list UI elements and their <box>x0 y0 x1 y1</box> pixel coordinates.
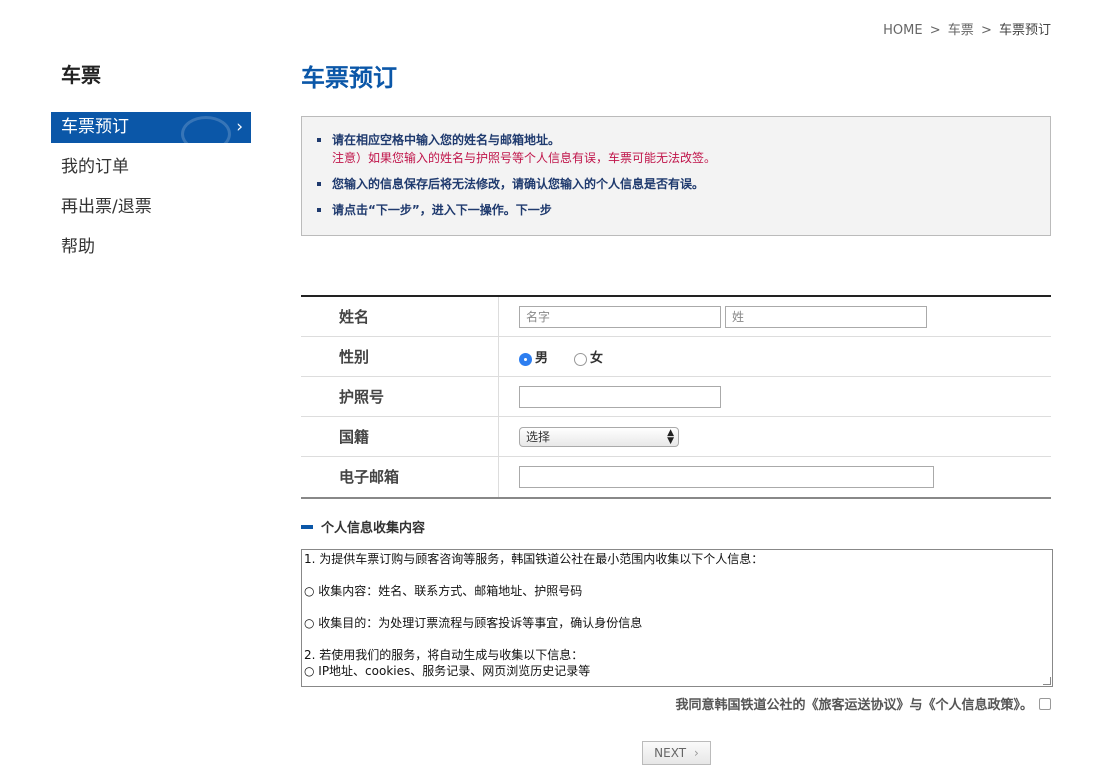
swoosh-decoration <box>181 116 231 143</box>
section-bar-icon <box>301 524 313 529</box>
passport-label: 护照号 <box>301 377 499 416</box>
passport-field-group <box>499 377 721 416</box>
last-name-input[interactable] <box>725 305 927 328</box>
agreement-row: 我同意韩国铁道公社的《旅客运送协议》与《个人信息政策》。 <box>301 694 1051 713</box>
sidebar-menu: 车票预订 › 我的订单 再出票/退票 帮助 <box>51 112 251 272</box>
privacy-heading-text: 个人信息收集内容 <box>321 521 426 536</box>
form-row-gender: 性别 男 女 <box>301 337 1051 377</box>
privacy-line: 1. 为提供车票订购与顾客咨询等服务，韩国铁道公社在最小范围内收集以下个人信息： <box>304 552 764 566</box>
breadcrumb-current: 车票预订 <box>998 23 1051 38</box>
form-row-passport: 护照号 <box>301 377 1051 417</box>
radio-selected-icon[interactable] <box>519 353 532 366</box>
gender-female-radio[interactable]: 女 <box>574 347 603 366</box>
email-label: 电子邮箱 <box>301 457 499 497</box>
sidebar-item-label: 帮助 <box>61 237 95 257</box>
main-content: 车票预订 请在相应空格中输入您的姓名与邮箱地址。 注意）如果您输入的姓名与护照号… <box>301 60 1053 713</box>
next-button[interactable]: NEXT › <box>642 741 711 765</box>
agreement-checkbox[interactable] <box>1039 697 1051 710</box>
privacy-line: ○ 收集目的：为处理订票流程与顾客投诉等事宜，确认身份信息 <box>304 616 643 630</box>
privacy-line: ○ 收集内容：姓名、联系方式、邮箱地址、护照号码 <box>304 584 583 598</box>
gender-male-radio[interactable]: 男 <box>519 347 548 366</box>
privacy-heading: 个人信息收集内容 <box>301 517 1051 536</box>
passport-input[interactable] <box>519 385 721 408</box>
sidebar-item-reissue-refund[interactable]: 再出票/退票 <box>51 192 251 232</box>
notice-warning: 注意）如果您输入的姓名与护照号等个人信息有误，车票可能无法改签。 <box>332 151 717 165</box>
email-input[interactable] <box>519 466 934 488</box>
breadcrumb-tickets[interactable]: 车票 <box>948 23 974 38</box>
nationality-select-value: 选择 <box>526 429 551 444</box>
sidebar-item-my-orders[interactable]: 我的订单 <box>51 152 251 192</box>
form-row-nationality: 国籍 选择 ▲ ▼ <box>301 417 1051 457</box>
gender-female-label: 女 <box>590 351 604 366</box>
form-row-name: 姓名 <box>301 297 1051 337</box>
form-row-email: 电子邮箱 <box>301 457 1051 497</box>
privacy-line <box>304 631 1050 647</box>
name-label: 姓名 <box>301 297 499 336</box>
gender-male-label: 男 <box>535 351 549 366</box>
next-button-label: NEXT <box>654 746 687 760</box>
first-name-input[interactable] <box>519 305 721 328</box>
agreement-text: 我同意韩国铁道公社的《旅客运送协议》与《个人信息政策》。 <box>675 698 1033 713</box>
notice-item: 请点击“下一步”，进入下一操作。下一步 <box>316 201 1050 219</box>
privacy-textarea[interactable]: 1. 为提供车票订购与顾客咨询等服务，韩国铁道公社在最小范围内收集以下个人信息：… <box>301 549 1053 687</box>
notice-text: 您输入的信息保存后将无法修改，请确认您输入的个人信息是否有误。 <box>332 177 705 191</box>
privacy-line <box>304 567 1050 583</box>
privacy-line: ○ IP地址、cookies、服务记录、网页浏览历史记录等 <box>304 664 591 678</box>
breadcrumb: HOME > 车票 > 车票预订 <box>883 19 1051 38</box>
gender-label: 性别 <box>301 337 499 376</box>
radio-unselected-icon[interactable] <box>574 353 588 366</box>
sidebar-item-ticket-booking[interactable]: 车票预订 › <box>51 112 251 143</box>
notice-text: 请在相应空格中输入您的姓名与邮箱地址。 <box>332 133 561 147</box>
nationality-field-group: 选择 ▲ ▼ <box>499 417 679 456</box>
sidebar: 车票 车票预订 › 我的订单 再出票/退票 帮助 <box>51 60 251 272</box>
notice-item: 您输入的信息保存后将无法修改，请确认您输入的个人信息是否有误。 <box>316 175 1050 193</box>
email-field-group <box>499 457 934 497</box>
chevron-right-icon: › <box>694 746 699 760</box>
select-arrows-icon: ▲ ▼ <box>667 427 674 446</box>
notice-item: 请在相应空格中输入您的姓名与邮箱地址。 注意）如果您输入的姓名与护照号等个人信息… <box>316 131 1050 167</box>
sidebar-item-help[interactable]: 帮助 <box>51 232 251 272</box>
privacy-line: 2. 若使用我们的服务，将自动生成与收集以下信息： <box>304 648 584 662</box>
sidebar-item-label: 车票预订 <box>61 117 129 137</box>
nationality-label: 国籍 <box>301 417 499 456</box>
bullet-icon <box>317 182 321 186</box>
chevron-right-icon: › <box>236 117 243 137</box>
sidebar-title: 车票 <box>61 63 101 87</box>
gender-field-group: 男 女 <box>499 337 629 376</box>
breadcrumb-home[interactable]: HOME <box>883 23 922 38</box>
bullet-icon <box>317 208 321 212</box>
notice-box: 请在相应空格中输入您的姓名与邮箱地址。 注意）如果您输入的姓名与护照号等个人信息… <box>301 116 1051 236</box>
page-title: 车票预订 <box>301 64 397 92</box>
privacy-line <box>304 599 1050 615</box>
resize-handle-icon[interactable] <box>1043 677 1051 685</box>
notice-text: 请点击“下一步”，进入下一操作。下一步 <box>332 203 552 217</box>
passenger-form: 姓名 性别 男 女 护照号 <box>301 295 1051 499</box>
next-button-wrapper: NEXT › <box>642 741 711 765</box>
name-field-group <box>499 297 927 336</box>
sidebar-item-label: 再出票/退票 <box>61 197 152 217</box>
nationality-select[interactable]: 选择 ▲ ▼ <box>519 426 679 447</box>
sidebar-item-label: 我的订单 <box>61 157 129 177</box>
breadcrumb-separator: > <box>980 23 992 38</box>
breadcrumb-separator: > <box>929 23 941 38</box>
bullet-icon <box>317 138 321 142</box>
